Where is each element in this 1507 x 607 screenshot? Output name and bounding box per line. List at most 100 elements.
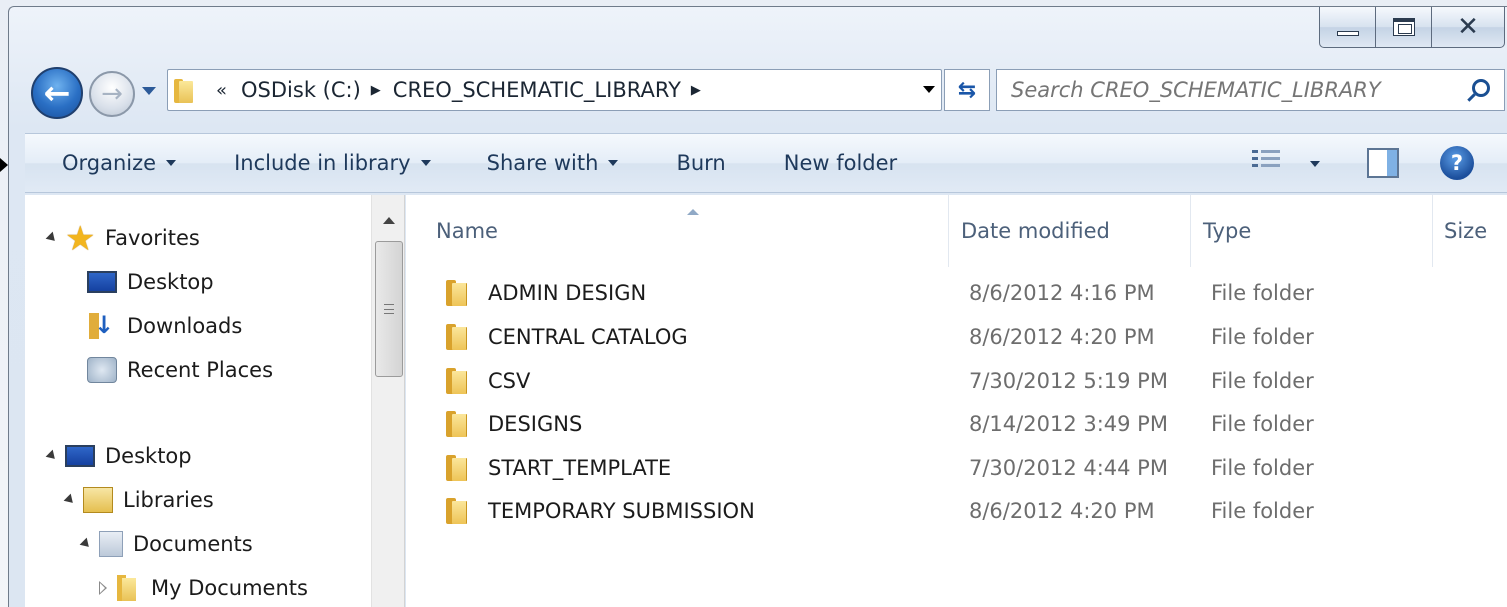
date-modified: 8/6/2012 4:20 PM xyxy=(969,325,1155,349)
explorer-window: ✕ ← → « OSDisk (C:) ▶ CREO_SCHEMATIC_LIB… xyxy=(8,6,1507,607)
sidebar-item-label: Desktop xyxy=(127,270,214,294)
libraries-icon xyxy=(83,487,113,513)
address-dropdown-icon[interactable] xyxy=(923,86,935,93)
change-view-button[interactable] xyxy=(1252,150,1280,174)
date-modified: 8/6/2012 4:20 PM xyxy=(969,499,1155,523)
desktop-icon xyxy=(87,271,117,293)
share-with-menu[interactable]: Share with xyxy=(487,134,619,192)
refresh-icon: ⇆ xyxy=(957,77,977,103)
preview-pane-button[interactable] xyxy=(1367,148,1399,178)
table-row[interactable]: ADMIN DESIGN 8/6/2012 4:16 PM File folde… xyxy=(406,271,1507,315)
close-button[interactable]: ✕ xyxy=(1431,7,1505,48)
back-button[interactable]: ← xyxy=(31,67,83,119)
sidebar-item-favorites[interactable]: Favorites xyxy=(45,219,200,259)
desktop-icon xyxy=(65,445,95,467)
cursor-arrow-icon xyxy=(0,158,8,172)
column-divider[interactable] xyxy=(1432,195,1433,267)
table-row[interactable]: DESIGNS 8/14/2012 3:49 PM File folder xyxy=(406,402,1507,446)
sidebar-item-documents[interactable]: Documents xyxy=(79,527,253,561)
sidebar-item-libraries[interactable]: Libraries xyxy=(63,483,214,517)
forward-arrow-icon: → xyxy=(101,79,123,109)
new-folder-label: New folder xyxy=(783,151,898,175)
navigation-pane: Favorites Desktop Downloads Recent Place… xyxy=(25,195,371,607)
help-button[interactable]: ? xyxy=(1440,146,1474,180)
column-header-name[interactable]: Name xyxy=(436,195,936,267)
grip-icon xyxy=(384,304,394,314)
table-row[interactable]: START_TEMPLATE 7/30/2012 4:44 PM File fo… xyxy=(406,446,1507,490)
expand-arrow-icon[interactable] xyxy=(63,493,77,507)
table-row[interactable]: CSV 7/30/2012 5:19 PM File folder xyxy=(406,359,1507,403)
breadcrumb-creo-schematic-library[interactable]: CREO_SCHEMATIC_LIBRARY xyxy=(393,78,681,102)
new-folder-button[interactable]: New folder xyxy=(784,134,897,192)
downloads-icon xyxy=(87,311,117,339)
folder-icon xyxy=(446,323,472,351)
close-icon: ✕ xyxy=(1457,12,1479,42)
forward-button[interactable]: → xyxy=(89,71,135,117)
folder-icon xyxy=(446,367,472,395)
breadcrumb-osdisk[interactable]: OSDisk (C:) xyxy=(241,78,361,102)
column-divider[interactable] xyxy=(1190,195,1191,267)
column-header-date-modified[interactable]: Date modified xyxy=(961,195,1181,267)
caption-buttons: ✕ xyxy=(1319,7,1505,48)
file-name: ADMIN DESIGN xyxy=(488,281,647,305)
sidebar-item-desktop-root[interactable]: Desktop xyxy=(45,439,192,473)
column-header-type[interactable]: Type xyxy=(1203,195,1423,267)
maximize-button[interactable] xyxy=(1375,7,1431,48)
folder-icon xyxy=(174,77,196,103)
navigation-bar: ← → « OSDisk (C:) ▶ CREO_SCHEMATIC_LIBRA… xyxy=(9,67,1507,119)
include-in-library-menu[interactable]: Include in library xyxy=(234,134,431,192)
sidebar-item-label: Desktop xyxy=(105,444,192,468)
expand-arrow-icon[interactable] xyxy=(79,537,93,551)
collapse-arrow-icon[interactable] xyxy=(97,581,109,595)
scroll-up-arrow-icon[interactable] xyxy=(383,217,395,224)
sidebar-item-label: My Documents xyxy=(151,576,308,600)
address-overflow-chevron[interactable]: « xyxy=(216,80,227,101)
command-bar: Organize Include in library Share with B… xyxy=(25,133,1507,193)
breadcrumb-arrow-icon[interactable]: ▶ xyxy=(371,83,381,98)
column-header-size[interactable]: Size xyxy=(1444,195,1507,267)
file-type: File folder xyxy=(1211,369,1314,393)
refresh-button[interactable]: ⇆ xyxy=(944,69,990,111)
sidebar-item-recent-places[interactable]: Recent Places xyxy=(87,353,273,387)
views-dropdown-icon[interactable] xyxy=(1310,161,1320,167)
sidebar-item-downloads[interactable]: Downloads xyxy=(87,309,242,343)
address-bar[interactable]: « OSDisk (C:) ▶ CREO_SCHEMATIC_LIBRARY ▶ xyxy=(167,69,942,111)
sidebar-item-my-documents[interactable]: My Documents xyxy=(97,571,308,605)
burn-button[interactable]: Burn xyxy=(676,134,725,192)
expand-arrow-icon[interactable] xyxy=(45,449,59,463)
documents-icon xyxy=(99,531,123,557)
column-divider[interactable] xyxy=(948,195,949,267)
maximize-icon xyxy=(1392,18,1415,36)
sidebar-item-label: Favorites xyxy=(105,226,200,250)
recent-places-icon xyxy=(87,357,117,383)
scrollbar-thumb[interactable] xyxy=(375,241,403,377)
recent-pages-dropdown[interactable] xyxy=(142,87,156,95)
chevron-down-icon xyxy=(166,160,177,166)
chevron-down-icon xyxy=(608,160,619,166)
breadcrumb-arrow-icon[interactable]: ▶ xyxy=(691,83,701,98)
file-name: CSV xyxy=(488,369,531,393)
table-row[interactable]: TEMPORARY SUBMISSION 8/6/2012 4:20 PM Fi… xyxy=(406,489,1507,533)
file-name: START_TEMPLATE xyxy=(488,456,672,480)
search-icon[interactable] xyxy=(1472,79,1490,97)
table-row[interactable]: CENTRAL CATALOG 8/6/2012 4:20 PM File fo… xyxy=(406,315,1507,359)
folder-icon xyxy=(117,575,141,601)
column-header-label: Size xyxy=(1444,219,1488,243)
minimize-button[interactable] xyxy=(1319,7,1375,48)
chevron-down-icon xyxy=(420,160,431,166)
date-modified: 7/30/2012 5:19 PM xyxy=(969,369,1168,393)
navigation-pane-scrollbar[interactable] xyxy=(371,195,405,607)
sidebar-item-desktop[interactable]: Desktop xyxy=(87,265,214,299)
search-box[interactable] xyxy=(996,69,1505,111)
expand-arrow-icon[interactable] xyxy=(45,231,59,245)
minimize-icon xyxy=(1336,30,1359,36)
back-arrow-icon: ← xyxy=(43,74,71,112)
file-type: File folder xyxy=(1211,456,1314,480)
column-header-label: Date modified xyxy=(961,219,1110,243)
file-type: File folder xyxy=(1211,412,1314,436)
file-name: DESIGNS xyxy=(488,412,583,436)
sidebar-item-label: Downloads xyxy=(127,314,243,338)
burn-label: Burn xyxy=(676,151,726,175)
organize-menu[interactable]: Organize xyxy=(62,134,177,192)
search-input[interactable] xyxy=(1011,78,1451,102)
